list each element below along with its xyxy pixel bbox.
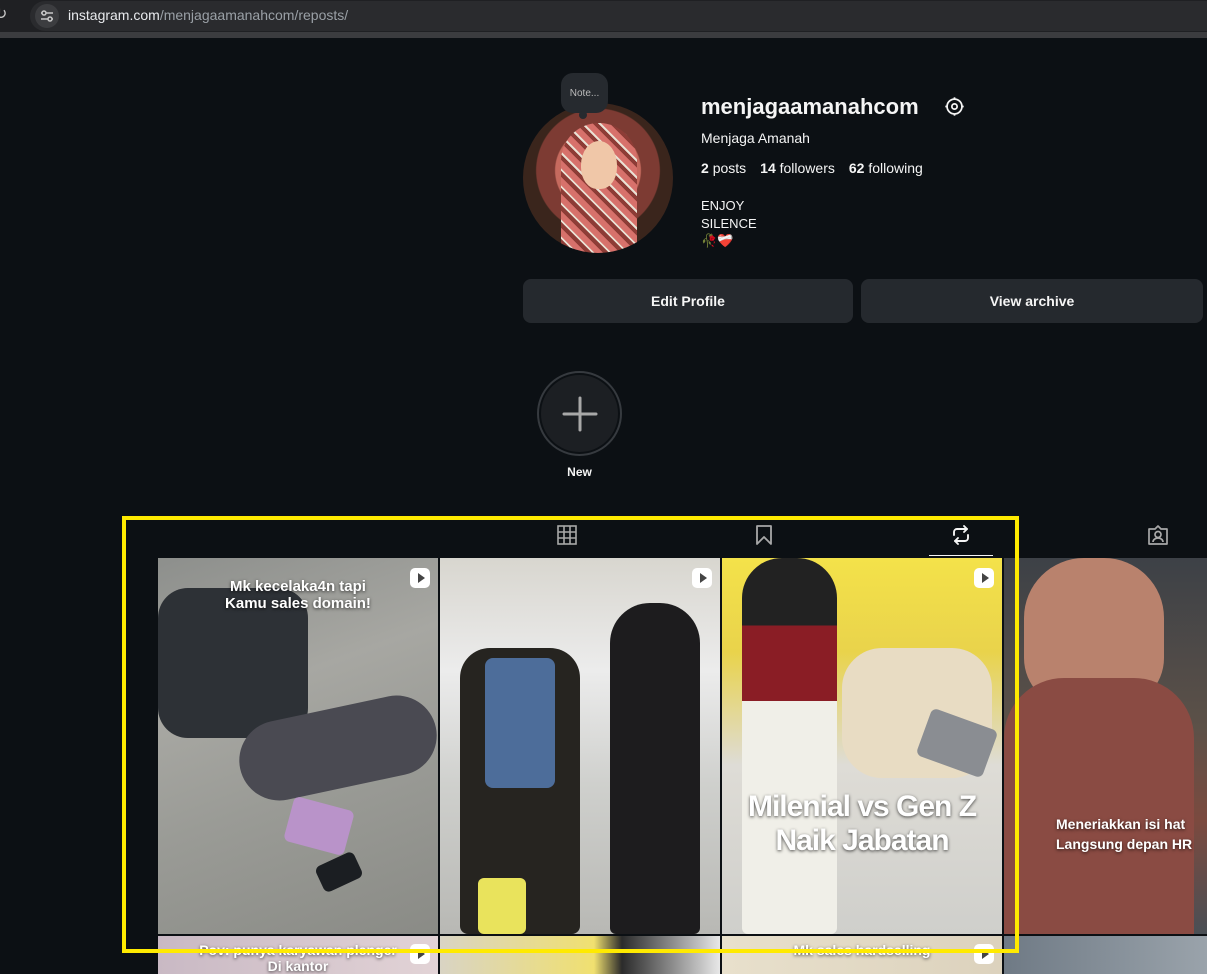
posts-count: 2 bbox=[701, 160, 709, 176]
hosting-sign bbox=[478, 878, 526, 934]
bio-line-2: SILENCE bbox=[701, 216, 757, 231]
tile-caption: Milenial vs Gen Z Naik Jabatan bbox=[747, 790, 977, 857]
followers-count: 14 bbox=[760, 160, 776, 176]
reel-tile[interactable]: Mk kecelaka4n tapi Kamu sales domain! bbox=[158, 558, 438, 934]
avatar-face bbox=[581, 141, 617, 189]
reel-tile[interactable]: Pov: punya karyawan plenger Di kantor bbox=[158, 936, 438, 974]
profile-avatar[interactable] bbox=[523, 103, 673, 253]
bookmark-icon[interactable] bbox=[753, 524, 775, 546]
site-settings-icon[interactable] bbox=[35, 4, 59, 28]
browser-toolbar: ↻ instagram.com/menjagaamanahcom/reposts… bbox=[0, 0, 1207, 38]
highlight-inner bbox=[541, 375, 618, 452]
reel-icon bbox=[410, 568, 430, 588]
blue-shirt-shape bbox=[485, 658, 555, 788]
active-tab-indicator bbox=[929, 555, 993, 556]
url-host: instagram.com bbox=[68, 7, 160, 23]
view-archive-button[interactable]: View archive bbox=[861, 279, 1203, 323]
posts-label: posts bbox=[712, 160, 747, 176]
note-bubble[interactable]: Note... bbox=[561, 73, 608, 119]
reel-tile[interactable] bbox=[1004, 936, 1207, 974]
reel-tile[interactable]: Milenial vs Gen Z Naik Jabatan bbox=[722, 558, 1002, 934]
edit-profile-button[interactable]: Edit Profile bbox=[523, 279, 853, 323]
reel-icon bbox=[410, 944, 430, 964]
followers-stat[interactable]: 14 followers bbox=[760, 160, 835, 176]
tile-caption: Meneriakkan isi hat Langsung depan HR bbox=[1056, 816, 1193, 852]
following-count: 62 bbox=[848, 160, 865, 176]
reel-tile[interactable] bbox=[440, 558, 720, 934]
new-highlight-button[interactable] bbox=[537, 371, 622, 456]
repost-icon[interactable] bbox=[950, 524, 972, 546]
plus-icon bbox=[562, 396, 597, 431]
profile-username: menjagaamanahcom bbox=[701, 94, 919, 119]
reel-icon bbox=[974, 944, 994, 964]
reload-icon[interactable]: ↻ bbox=[0, 5, 14, 25]
profile-stats: 2 posts 14 followers 62 following bbox=[701, 160, 923, 176]
reel-tile[interactable]: Mk sales hardselling bbox=[722, 936, 1002, 974]
url-text[interactable]: instagram.com/menjagaamanahcom/reposts/ bbox=[68, 7, 348, 23]
posts-stat: 2 posts bbox=[701, 160, 746, 176]
following-label: following bbox=[868, 160, 923, 176]
woman-shape bbox=[610, 603, 700, 934]
profile-full-name: Menjaga Amanah bbox=[701, 130, 810, 146]
following-stat[interactable]: 62 following bbox=[849, 160, 923, 176]
reel-icon bbox=[974, 568, 994, 588]
tile-caption: Mk sales hardselling bbox=[793, 942, 931, 958]
toolbar-divider bbox=[0, 32, 1207, 38]
phone-shape bbox=[314, 850, 364, 894]
reel-tile[interactable]: Meneriakkan isi hat Langsung depan HR bbox=[1004, 558, 1207, 934]
tile-caption: Pov: punya karyawan plenger Di kantor bbox=[199, 942, 397, 974]
grid-icon[interactable] bbox=[556, 524, 578, 546]
shirt-shape bbox=[1004, 678, 1194, 934]
tile-caption: Mk kecelaka4n tapi Kamu sales domain! bbox=[225, 578, 371, 612]
woman-shape bbox=[742, 558, 837, 934]
reel-icon bbox=[692, 568, 712, 588]
tagged-icon[interactable] bbox=[1147, 524, 1169, 546]
reel-tile[interactable] bbox=[440, 936, 720, 974]
bio-emoji: 🥀❤️‍🩹 bbox=[701, 233, 734, 248]
new-highlight-label: New bbox=[567, 465, 592, 479]
settings-gear-icon[interactable] bbox=[944, 96, 965, 117]
bio-line-1: ENJOY bbox=[701, 198, 745, 213]
url-path: /menjagaamanahcom/reposts/ bbox=[159, 7, 349, 23]
paper-shape bbox=[283, 795, 355, 857]
followers-label: followers bbox=[779, 160, 835, 176]
